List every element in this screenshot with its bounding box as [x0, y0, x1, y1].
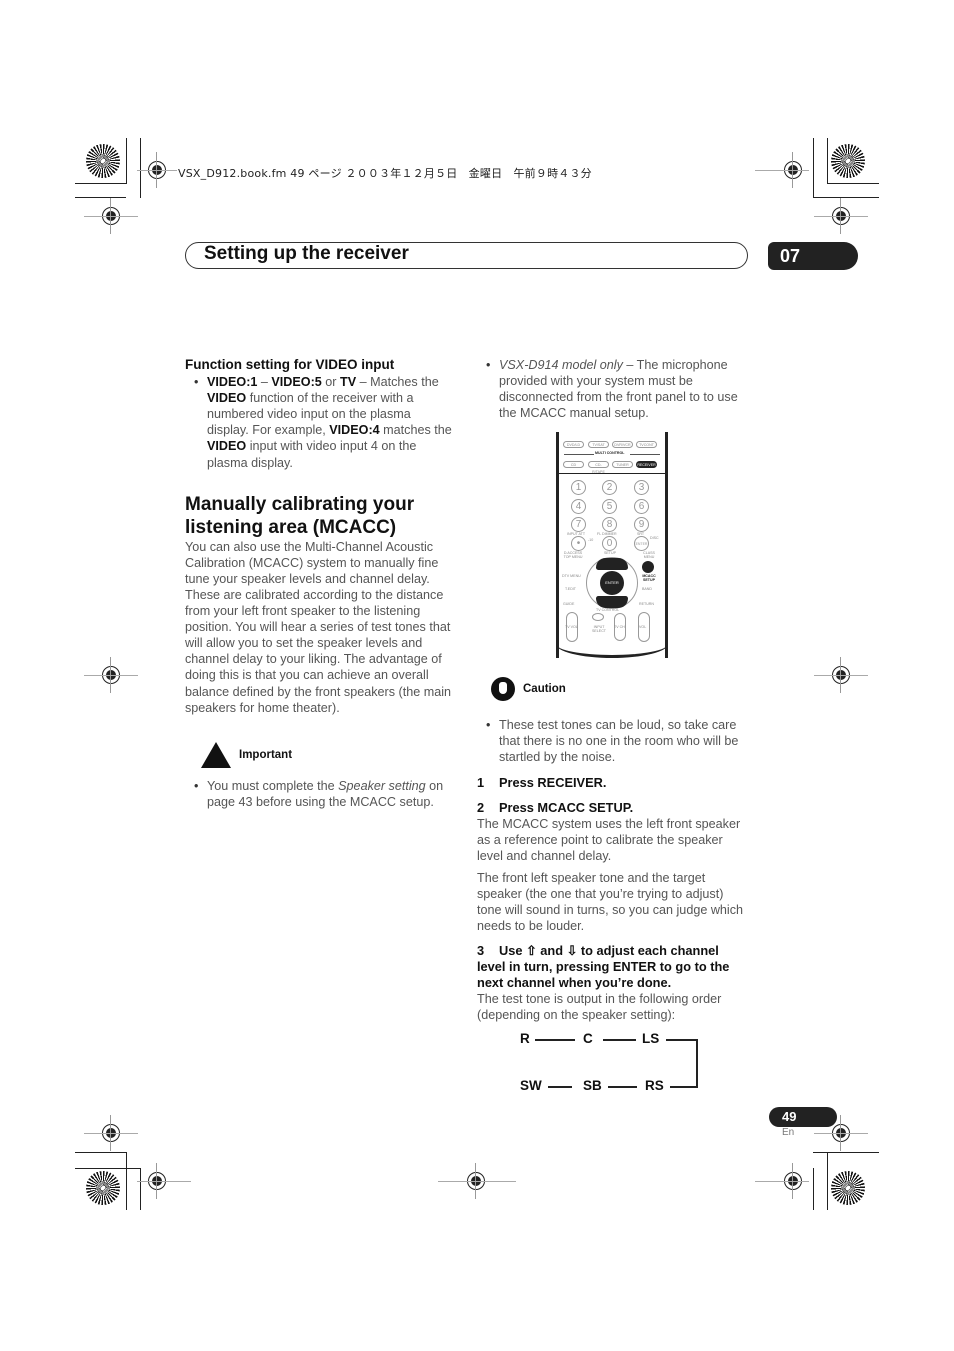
important-label: Important: [239, 748, 293, 761]
channel-label: LS: [642, 1031, 660, 1046]
chapter-number-badge: 07: [768, 242, 858, 270]
remote-button: TUNER: [612, 461, 633, 468]
term: VIDEO:4: [329, 423, 380, 438]
remote-label: MCACC SETUP: [642, 574, 656, 582]
text: or: [321, 375, 340, 390]
page-language: En: [782, 1127, 795, 1138]
remote-button: DVD/LD: [563, 441, 584, 448]
file-header: VSX_D912.book.fm 49 ページ ２００３年１２月５日 金曜日 午…: [178, 167, 592, 180]
remote-label: GUIDE: [563, 602, 575, 606]
important-bullet: You must complete the Speaker setting on…: [185, 778, 455, 810]
term: TV: [340, 375, 357, 390]
remote-button: TV/SAT: [588, 441, 609, 448]
channel-label: C: [583, 1031, 593, 1046]
step-text: Press RECEIVER.: [499, 775, 607, 791]
remote-button: CD-R/TAPE: [588, 461, 609, 474]
remote-number-key: 1: [571, 480, 586, 495]
remote-label: CLASS MENU: [643, 551, 655, 559]
text: – Matches the: [356, 375, 439, 390]
term: VIDEO:5: [271, 375, 322, 390]
remote-label: SETUP: [604, 551, 616, 555]
step-number: 2: [477, 800, 485, 816]
term: VIDEO: [207, 439, 247, 454]
text: matches the: [379, 423, 452, 438]
remote-number-key: 4: [571, 499, 586, 514]
chapter-title: Setting up the receiver: [204, 243, 409, 264]
remote-label: VOL: [639, 625, 647, 629]
channel-label: SW: [520, 1078, 542, 1093]
step-number: 3: [477, 942, 485, 958]
function-setting-bullet: VIDEO:1 – VIDEO:5 or TV – Matches the VI…: [185, 374, 455, 471]
remote-label: TV VOL: [565, 625, 578, 629]
step-number: 1: [477, 775, 485, 791]
term: VIDEO:1: [207, 375, 258, 390]
channel-label: SB: [583, 1078, 602, 1093]
remote-button: CD: [563, 461, 584, 468]
caution-label: Caution: [523, 682, 566, 695]
remote-label: DISC: [650, 536, 659, 540]
remote-button-receiver: RECEIVER: [636, 461, 657, 468]
step-text: Press MCACC SETUP.: [499, 800, 634, 816]
remote-label: T.EDIT: [565, 587, 576, 591]
registration-star-icon: [86, 144, 120, 178]
remote-label: BAND: [642, 587, 652, 591]
function-setting-heading: Function setting for VIDEO input: [185, 357, 395, 372]
section-heading: Manually calibrating your listening area…: [185, 493, 415, 538]
up-arrow-pad: [596, 558, 628, 570]
step-text: Use ⇧ and ⇩ to adjust each channel level…: [477, 942, 730, 990]
model-note-bullet: VSX-D914 model only – The microphone pro…: [477, 357, 745, 421]
remote-number-key: 9: [634, 517, 649, 532]
remote-label: TV CH: [614, 625, 625, 629]
remote-button: TVCONT: [636, 441, 657, 448]
remote-label: TV CONTROL: [596, 608, 620, 612]
registration-star-icon: [831, 1171, 865, 1205]
step-2: 2 Press MCACC SETUP.: [477, 800, 747, 816]
step3-paragraph: The test tone is output in the following…: [477, 991, 722, 1023]
remote-control-illustration: DVD/LD TV/SAT DVR/VCR TVCONT MULTI CONTR…: [556, 432, 668, 658]
step2-paragraph: The MCACC system uses the left front spe…: [477, 817, 741, 864]
channel-label: R: [520, 1031, 530, 1046]
remote-power-button: [592, 613, 604, 621]
remote-number-key: •: [571, 536, 586, 551]
registration-star-icon: [86, 1171, 120, 1205]
channel-label: RS: [645, 1078, 664, 1093]
down-arrow-pad: [596, 596, 628, 608]
step2-paragraph: The front left speaker tone and the targ…: [477, 870, 744, 933]
right-column-bottom: Caution These test tones can be loud, so…: [477, 677, 747, 1023]
right-column-top: VSX-D914 model only – The microphone pro…: [477, 357, 745, 421]
registration-star-icon: [831, 144, 865, 178]
remote-button: DVR/VCR: [612, 441, 633, 448]
remote-number-key: 0: [602, 536, 617, 551]
remote-number-key: 8: [602, 517, 617, 532]
left-column: Function setting for VIDEO input VIDEO:1…: [185, 357, 455, 810]
caution-note-header: Caution: [491, 677, 747, 701]
link-speaker-setting: Speaker setting: [338, 778, 426, 793]
warning-hand-icon: [201, 741, 231, 768]
remote-number-key: 3: [634, 480, 649, 495]
remote-number-key: 5: [602, 499, 617, 514]
stop-hand-icon: [491, 677, 515, 701]
page-number-badge: 49: [769, 1107, 837, 1127]
step-3: 3 Use ⇧ and ⇩ to adjust each channel leve…: [477, 943, 747, 991]
remote-label: RETURN: [639, 602, 654, 606]
text: –: [257, 375, 272, 390]
term: VIDEO: [207, 391, 247, 406]
remote-mcacc-setup-button: [642, 561, 654, 573]
remote-number-key: 2: [602, 480, 617, 495]
remote-label: D.ACCESS TOP MENU: [563, 551, 583, 559]
remote-enter-button: ENTER: [600, 571, 624, 595]
remote-number-key: 6: [634, 499, 649, 514]
caution-bullet: These test tones can be loud, so take ca…: [477, 717, 747, 765]
remote-label: DTV MENU: [562, 574, 581, 578]
model-name: VSX-D914 model only: [499, 358, 623, 372]
remote-label: -10: [588, 538, 594, 542]
remote-number-key: 7: [571, 517, 586, 532]
text: You must complete the: [207, 778, 339, 793]
remote-number-key: ENTER: [634, 536, 649, 551]
step-1: 1 Press RECEIVER.: [477, 775, 747, 791]
important-note-header: Important: [201, 741, 455, 768]
intro-paragraph: You can also use the Multi-Channel Acous…: [185, 539, 452, 715]
multi-control-label: MULTI CONTROL: [595, 451, 625, 455]
remote-label: INPUT SELECT: [592, 625, 606, 633]
